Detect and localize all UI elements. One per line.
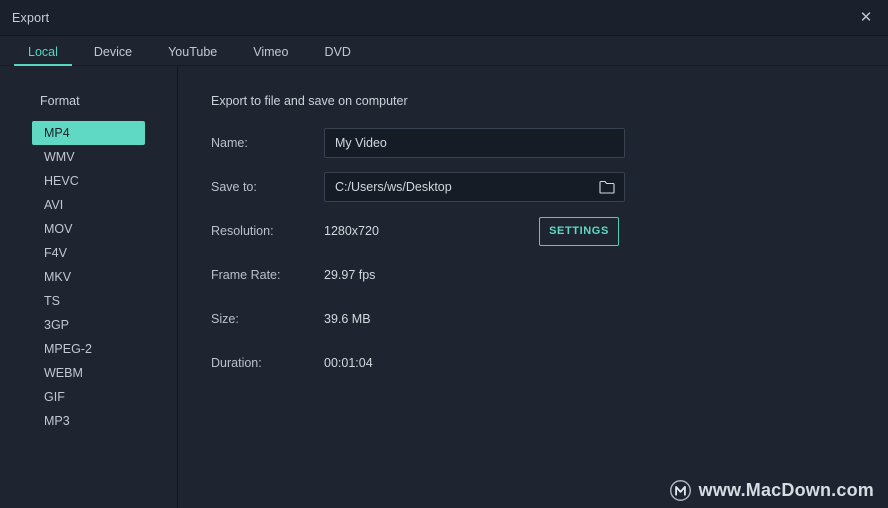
duration-label: Duration: bbox=[211, 356, 262, 370]
format-list: MP4 WMV HEVC AVI MOV F4V MKV TS 3GP MPEG… bbox=[0, 121, 177, 433]
format-sidebar: Format MP4 WMV HEVC AVI MOV F4V MKV TS 3… bbox=[0, 66, 178, 508]
macdown-logo-icon bbox=[669, 479, 692, 502]
frame-rate-label: Frame Rate: bbox=[211, 268, 281, 282]
tab-vimeo[interactable]: Vimeo bbox=[235, 45, 306, 66]
format-item-hevc[interactable]: HEVC bbox=[32, 169, 145, 193]
format-item-f4v[interactable]: F4V bbox=[32, 241, 145, 265]
row-duration: Duration: 00:01:04 bbox=[211, 348, 888, 378]
save-to-input[interactable] bbox=[335, 180, 614, 194]
watermark: www.MacDown.com bbox=[669, 479, 874, 502]
size-label: Size: bbox=[211, 312, 239, 326]
tab-bar: Local Device YouTube Vimeo DVD bbox=[0, 36, 888, 66]
row-resolution: Resolution: 1280x720 SETTINGS bbox=[211, 216, 888, 246]
tab-dvd[interactable]: DVD bbox=[306, 45, 368, 66]
watermark-text: www.MacDown.com bbox=[698, 480, 874, 500]
name-label: Name: bbox=[211, 136, 248, 150]
window-titlebar: Export ✕ bbox=[0, 0, 888, 36]
format-item-3gp[interactable]: 3GP bbox=[32, 313, 145, 337]
name-input[interactable] bbox=[335, 136, 614, 150]
close-icon[interactable]: ✕ bbox=[844, 0, 888, 35]
tab-youtube[interactable]: YouTube bbox=[150, 45, 235, 66]
settings-button[interactable]: SETTINGS bbox=[539, 216, 619, 246]
resolution-value: 1280x720 bbox=[324, 224, 379, 238]
name-field[interactable] bbox=[324, 128, 625, 158]
format-item-mp3[interactable]: MP3 bbox=[32, 409, 145, 433]
format-item-mov[interactable]: MOV bbox=[32, 217, 145, 241]
row-size: Size: 39.6 MB bbox=[211, 304, 888, 334]
row-save-to: Save to: bbox=[211, 172, 888, 202]
dialog-body: Format MP4 WMV HEVC AVI MOV F4V MKV TS 3… bbox=[0, 66, 888, 508]
folder-icon[interactable] bbox=[599, 180, 615, 194]
format-item-mpeg2[interactable]: MPEG-2 bbox=[32, 337, 145, 361]
format-item-ts[interactable]: TS bbox=[32, 289, 145, 313]
resolution-label: Resolution: bbox=[211, 224, 274, 238]
size-value: 39.6 MB bbox=[324, 312, 371, 326]
duration-value: 00:01:04 bbox=[324, 356, 373, 370]
format-heading: Format bbox=[40, 94, 80, 108]
tab-local[interactable]: Local bbox=[10, 45, 76, 66]
save-to-label: Save to: bbox=[211, 180, 257, 194]
row-frame-rate: Frame Rate: 29.97 fps bbox=[211, 260, 888, 290]
export-settings-pane: Export to file and save on computer Name… bbox=[178, 66, 888, 508]
format-item-gif[interactable]: GIF bbox=[32, 385, 145, 409]
format-item-wmv[interactable]: WMV bbox=[32, 145, 145, 169]
format-item-webm[interactable]: WEBM bbox=[32, 361, 145, 385]
save-to-field[interactable] bbox=[324, 172, 625, 202]
format-item-mkv[interactable]: MKV bbox=[32, 265, 145, 289]
window-title: Export bbox=[12, 10, 50, 25]
format-item-mp4[interactable]: MP4 bbox=[32, 121, 145, 145]
format-item-avi[interactable]: AVI bbox=[32, 193, 145, 217]
pane-heading: Export to file and save on computer bbox=[211, 94, 408, 108]
frame-rate-value: 29.97 fps bbox=[324, 268, 376, 282]
row-name: Name: bbox=[211, 128, 888, 158]
tab-device[interactable]: Device bbox=[76, 45, 150, 66]
export-dialog: Export ✕ Local Device YouTube Vimeo DVD … bbox=[0, 0, 888, 508]
